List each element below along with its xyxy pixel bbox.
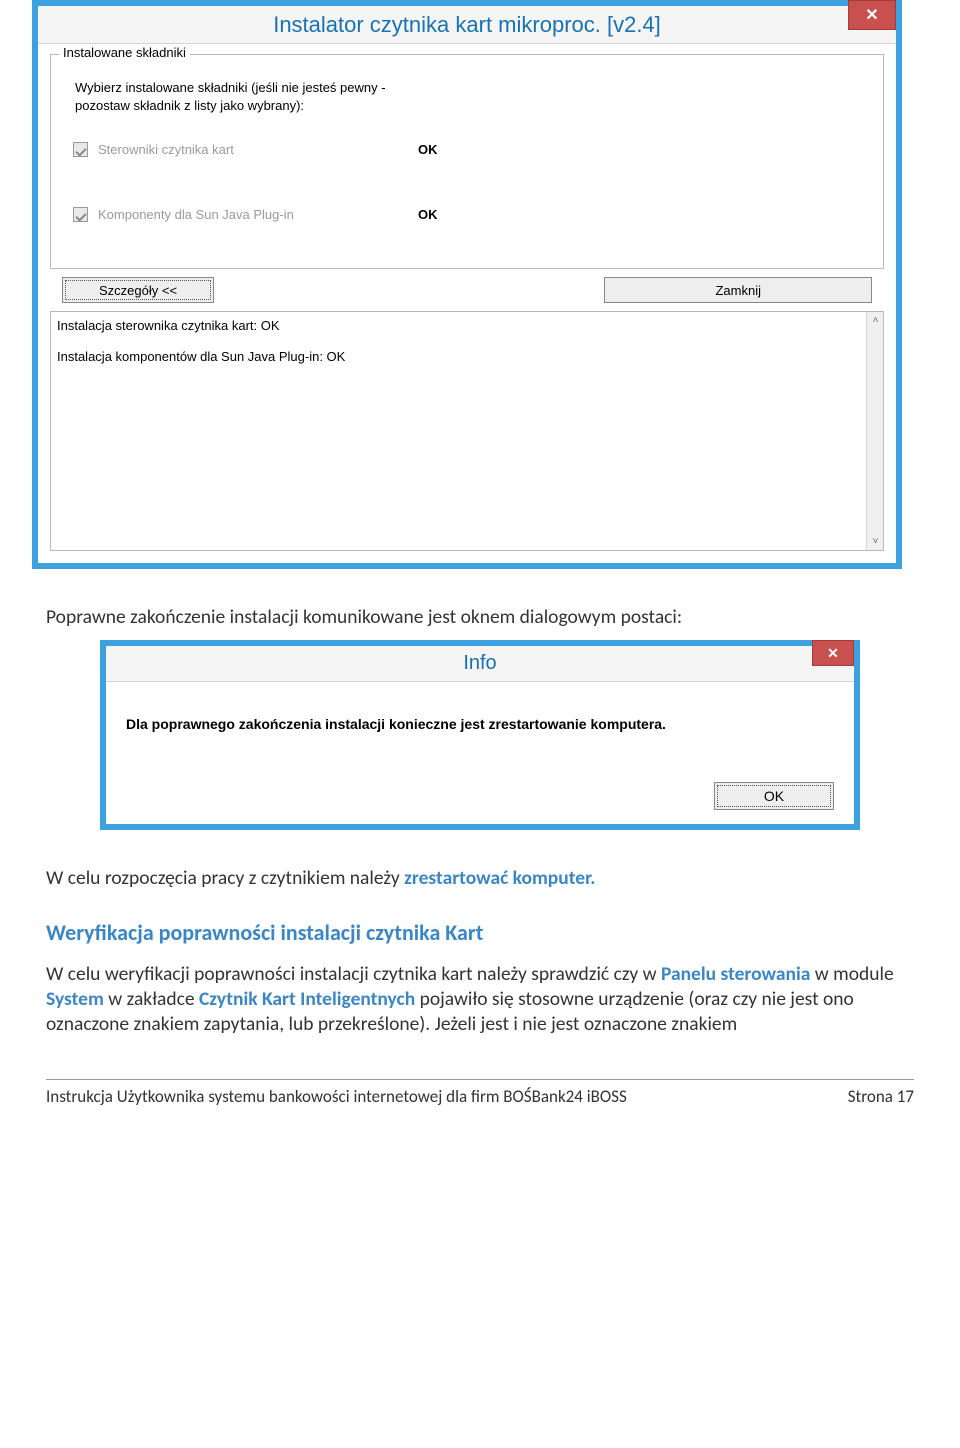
installer-window: Instalator czytnika kart mikroproc. [v2.…	[32, 0, 902, 569]
paragraph-restart: W celu rozpoczęcia pracy z czytnikiem na…	[46, 866, 914, 891]
close-button[interactable]: Zamknij	[604, 277, 872, 303]
close-icon[interactable]: ✕	[848, 0, 896, 30]
log-box: Instalacja sterownika czytnika kart: OK …	[50, 311, 884, 551]
emphasis-restart: zrestartować komputer.	[404, 866, 595, 890]
component-status: OK	[418, 142, 438, 157]
section-title: Weryfikacja poprawności instalacji czytn…	[46, 919, 914, 946]
close-icon[interactable]: ✕	[812, 640, 854, 666]
component-row: Sterowniki czytnika kart OK	[73, 142, 869, 157]
instruction-text: Wybierz instalowane składniki (jeśli nie…	[75, 79, 869, 114]
text-span: w module	[810, 962, 893, 986]
installer-title: Instalator czytnika kart mikroproc. [v2.…	[273, 12, 661, 38]
component-status: OK	[418, 207, 438, 222]
paragraph-intro: Poprawne zakończenie instalacji komuniko…	[46, 605, 914, 630]
page-footer: Instrukcja Użytkownika systemu bankowośc…	[46, 1086, 914, 1107]
info-message: Dla poprawnego zakończenia instalacji ko…	[126, 716, 834, 732]
details-button[interactable]: Szczegóły <<	[62, 277, 214, 303]
info-title: Info	[463, 652, 496, 675]
ok-button[interactable]: OK	[714, 782, 834, 810]
emphasis-system: System	[46, 987, 104, 1011]
instruction-line1: Wybierz instalowane składniki (jeśli nie…	[75, 80, 386, 95]
paragraph-verify: W celu weryfikacji poprawności instalacj…	[46, 962, 914, 1037]
log-line: Instalacja sterownika czytnika kart: OK	[57, 318, 877, 333]
button-row: Szczegóły << Zamknij	[50, 277, 884, 303]
footer-right: Strona 17	[848, 1086, 914, 1107]
scroll-down-icon[interactable]: ˅	[867, 533, 884, 550]
component-label: Komponenty dla Sun Java Plug-in	[98, 207, 418, 222]
installer-titlebar: Instalator czytnika kart mikroproc. [v2.…	[38, 6, 896, 44]
footer-left: Instrukcja Użytkownika systemu bankowośc…	[46, 1086, 627, 1107]
groupbox-legend: Instalowane składniki	[59, 45, 190, 60]
emphasis-panel: Panelu sterowania	[661, 962, 810, 986]
footer-rule	[46, 1079, 914, 1080]
text-span: w zakładce	[104, 987, 199, 1011]
component-row: Komponenty dla Sun Java Plug-in OK	[73, 207, 869, 222]
text-span: W celu rozpoczęcia pracy z czytnikiem na…	[46, 866, 404, 890]
components-groupbox: Instalowane składniki Wybierz instalowan…	[50, 54, 884, 269]
component-label: Sterowniki czytnika kart	[98, 142, 418, 157]
installer-body: Instalowane składniki Wybierz instalowan…	[38, 44, 896, 563]
scroll-up-icon[interactable]: ˄	[867, 312, 884, 329]
info-button-row: OK	[126, 782, 834, 810]
checkbox-icon	[73, 207, 88, 222]
info-titlebar: Info ✕	[106, 646, 854, 682]
log-line: Instalacja komponentów dla Sun Java Plug…	[57, 349, 877, 364]
info-dialog: Info ✕ Dla poprawnego zakończenia instal…	[100, 640, 860, 830]
text-span: W celu weryfikacji poprawności instalacj…	[46, 962, 661, 986]
checkbox-icon	[73, 142, 88, 157]
scrollbar-vertical[interactable]: ˄ ˅	[866, 312, 883, 550]
instruction-line2: pozostaw składnik z listy jako wybrany):	[75, 98, 304, 113]
emphasis-reader: Czytnik Kart Inteligentnych	[199, 987, 415, 1011]
info-body: Dla poprawnego zakończenia instalacji ko…	[106, 682, 854, 824]
